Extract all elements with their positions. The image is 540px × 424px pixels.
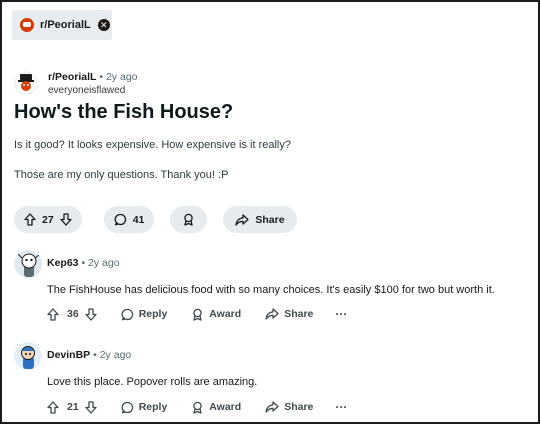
reply-button[interactable]: Reply xyxy=(121,401,168,414)
avatar[interactable] xyxy=(14,250,42,278)
comment-icon xyxy=(121,308,133,320)
more-icon: ··· xyxy=(335,400,348,414)
post-body-paragraph-1: Is it good? It looks expensive. How expe… xyxy=(14,139,291,151)
award-label: Award xyxy=(209,401,242,413)
vote-pill: 27 xyxy=(14,206,82,233)
downvote-icon[interactable] xyxy=(85,400,97,414)
award-icon xyxy=(193,308,203,321)
reddit-thread-view: r/PeorialL ✕ r/PeorialL • 2y ago everyon… xyxy=(0,0,540,424)
subreddit-avatar-icon xyxy=(14,71,38,95)
reply-label: Reply xyxy=(138,401,168,413)
user-avatar-icon xyxy=(14,250,42,278)
comments-button[interactable]: 41 xyxy=(103,206,155,233)
share-label: Share xyxy=(284,401,314,413)
share-label: Share xyxy=(255,213,285,226)
downvote-icon[interactable] xyxy=(60,213,72,226)
meta-separator: • xyxy=(93,349,97,361)
subreddit-icon xyxy=(20,18,34,32)
award-label: Award xyxy=(209,308,242,320)
upvote-icon[interactable] xyxy=(24,213,36,226)
comment-author[interactable]: Kep63 xyxy=(47,257,79,269)
post-title: How's the Fish House? xyxy=(14,101,234,123)
subreddit-filter-chip[interactable]: r/PeorialL ✕ xyxy=(12,10,112,40)
comment-text: Love this place. Popover rolls are amazi… xyxy=(47,376,258,388)
award-icon xyxy=(193,401,203,414)
award-button[interactable]: Award xyxy=(191,308,241,321)
subreddit-chip-label: r/PeorialL xyxy=(40,19,91,31)
comment-icon xyxy=(114,213,126,226)
subreddit-avatar[interactable] xyxy=(14,71,38,95)
more-options-button[interactable]: ··· xyxy=(335,400,347,414)
post-comment-count: 41 xyxy=(132,213,145,226)
comment-vote-count: 21 xyxy=(67,401,79,413)
comment-action-bar: 36 Reply Award Share ··· xyxy=(47,307,347,321)
close-icon[interactable]: ✕ xyxy=(97,19,110,31)
meta-separator: • xyxy=(81,257,86,269)
post-body-paragraph-2: Those are my only questions. Thank you! … xyxy=(14,169,229,181)
more-icon: ··· xyxy=(335,307,348,321)
post-author-link[interactable]: everyoneisflawed xyxy=(48,84,138,97)
reply-label: Reply xyxy=(138,308,168,320)
post-action-bar: 27 41 Share xyxy=(14,206,297,233)
meta-separator: • xyxy=(99,71,104,83)
post-vote-count: 27 xyxy=(42,213,54,226)
comment-vote-count: 36 xyxy=(67,308,79,320)
award-button[interactable]: Award xyxy=(191,401,241,414)
share-button[interactable]: Share xyxy=(265,401,313,413)
comment-text: The FishHouse has delicious food with so… xyxy=(47,284,495,296)
comment-age: 2y ago xyxy=(88,257,120,269)
avatar[interactable] xyxy=(14,342,42,370)
share-icon xyxy=(265,401,279,413)
reply-button[interactable]: Reply xyxy=(121,308,168,321)
user-avatar-icon xyxy=(14,342,42,370)
award-button[interactable] xyxy=(170,206,208,233)
comment-author[interactable]: DevinBP xyxy=(47,349,90,361)
share-icon xyxy=(235,213,250,226)
share-button[interactable]: Share xyxy=(223,206,297,233)
more-options-button[interactable]: ··· xyxy=(335,307,347,321)
comment-vote-group: 21 xyxy=(47,400,97,414)
upvote-icon[interactable] xyxy=(47,400,59,414)
award-icon xyxy=(184,213,194,226)
post-header: r/PeorialL • 2y ago everyoneisflawed xyxy=(14,71,138,97)
comment-vote-group: 36 xyxy=(47,307,97,321)
share-icon xyxy=(265,308,279,320)
comment-age: 2y ago xyxy=(99,349,132,361)
post-subreddit-link[interactable]: r/PeorialL xyxy=(48,71,96,83)
downvote-icon[interactable] xyxy=(85,307,97,321)
upvote-icon[interactable] xyxy=(47,307,59,321)
share-label: Share xyxy=(284,308,314,320)
comment-icon xyxy=(121,401,133,413)
post-age: 2y ago xyxy=(105,71,138,83)
comment-action-bar: 21 Reply Award Share ··· xyxy=(47,400,347,414)
share-button[interactable]: Share xyxy=(265,308,313,320)
